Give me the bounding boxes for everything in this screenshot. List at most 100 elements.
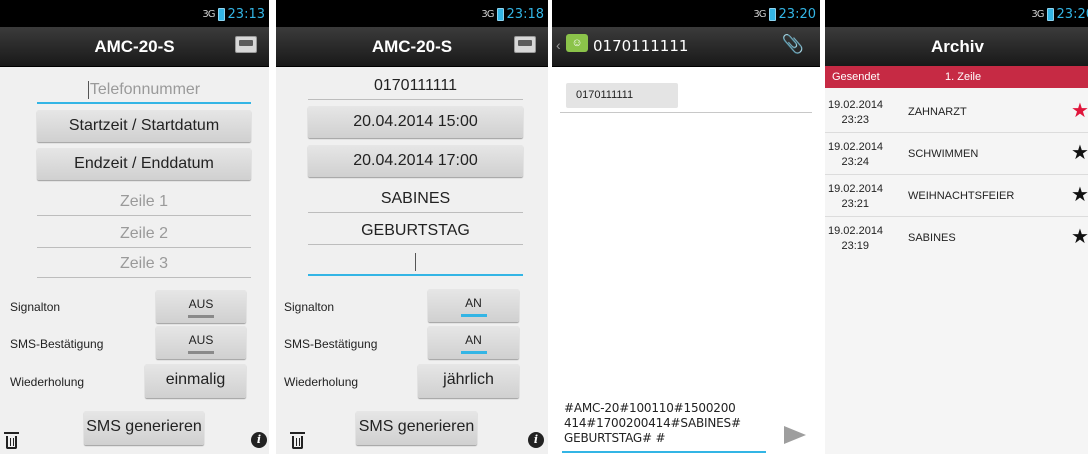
- conversation-contact: 0170111111: [593, 37, 689, 55]
- star-icon[interactable]: ★: [1071, 185, 1088, 205]
- archive-title: Archiv: [931, 37, 984, 56]
- screen-new-entry: 3G 23:13 AMC-20-S Telefonnummer Startzei…: [0, 0, 269, 454]
- toggle-indicator: [460, 351, 487, 354]
- app-title: AMC-20-S: [371, 37, 453, 56]
- screen-filled-entry: 3G 23:18 AMC-20-S 0170111111 20.04.2014 …: [276, 0, 548, 454]
- row-date-time: 23:24: [841, 156, 869, 168]
- sms-confirm-toggle-value: AUS: [188, 333, 214, 347]
- battery-icon: [768, 7, 776, 21]
- phone-number-input[interactable]: 0170111111: [308, 74, 523, 100]
- status-bar: 3G 23:20: [552, 0, 820, 27]
- back-chevron-icon[interactable]: ‹: [556, 37, 561, 53]
- star-icon[interactable]: ★: [1071, 227, 1088, 247]
- signal-icon: 3G: [753, 8, 766, 20]
- archive-inbox-icon[interactable]: [514, 36, 536, 53]
- row-text: ZAHNARZT: [908, 106, 967, 118]
- archive-row[interactable]: 19.02.2014 23:21 WEIHNACHTSFEIER ★: [825, 177, 1088, 217]
- line2-input[interactable]: Zeile 2: [37, 222, 251, 248]
- messaging-app-icon[interactable]: ☺: [566, 34, 588, 52]
- archive-table-header: Gesendet 1. Zeile: [825, 66, 1088, 88]
- message-line-3: GEBURTSTAG# #: [564, 431, 666, 445]
- status-clock: 23:13: [227, 6, 265, 22]
- sms-confirm-toggle-value: AN: [465, 333, 482, 347]
- phone-number-input[interactable]: Telefonnummer: [37, 78, 251, 104]
- end-time-button[interactable]: Endzeit / Enddatum: [37, 148, 251, 180]
- archive-inbox-icon[interactable]: [235, 36, 257, 53]
- line3-input[interactable]: [308, 250, 523, 276]
- row-date-day: 19.02.2014: [828, 141, 884, 153]
- status-bar: 3G 23:13: [0, 0, 269, 27]
- line1-input[interactable]: SABINES: [308, 187, 523, 213]
- line1-input[interactable]: Zeile 1: [37, 190, 251, 216]
- row-date: 19.02.2014 23:19: [828, 224, 883, 254]
- text-caret: [414, 252, 416, 271]
- signal-label: Signalton: [284, 300, 335, 314]
- row-date: 19.02.2014 23:23: [828, 98, 884, 128]
- repeat-selector[interactable]: einmalig: [145, 364, 246, 398]
- info-icon[interactable]: i: [528, 432, 544, 448]
- row-date-time: 23:23: [841, 114, 869, 126]
- battery-icon: [217, 7, 225, 21]
- signal-icon: 3G: [202, 8, 215, 20]
- info-icon[interactable]: i: [251, 432, 267, 448]
- trash-icon[interactable]: [4, 432, 19, 449]
- star-icon[interactable]: ★: [1071, 101, 1088, 121]
- row-date-time: 23:21: [841, 198, 869, 210]
- row-date-day: 19.02.2014: [828, 99, 884, 111]
- row-date-day: 19.02.2014: [828, 183, 884, 195]
- send-icon[interactable]: [784, 426, 806, 444]
- signal-toggle-value: AUS: [188, 297, 214, 311]
- toggle-indicator: [188, 351, 214, 354]
- generate-sms-button[interactable]: SMS generieren: [356, 411, 477, 445]
- repeat-label: Wiederholung: [284, 375, 359, 389]
- trash-icon[interactable]: [290, 432, 305, 449]
- archive-row[interactable]: 19.02.2014 23:23 ZAHNARZT ★: [825, 93, 1088, 133]
- start-time-button[interactable]: 20.04.2014 15:00: [308, 106, 523, 138]
- phone-number-placeholder: Telefonnummer: [89, 81, 201, 98]
- text-caret: [87, 80, 89, 99]
- recipient-chip[interactable]: 0170111111: [566, 83, 678, 108]
- header-sent: Gesendet: [832, 71, 880, 83]
- signal-toggle-value: AN: [465, 296, 482, 310]
- repeat-label: Wiederholung: [10, 375, 85, 389]
- row-text: SCHWIMMEN: [908, 148, 979, 160]
- line3-input[interactable]: Zeile 3: [37, 252, 251, 278]
- line2-input[interactable]: GEBURTSTAG: [308, 219, 523, 245]
- generate-sms-button[interactable]: SMS generieren: [84, 411, 204, 445]
- end-time-button[interactable]: 20.04.2014 17:00: [308, 145, 523, 177]
- signal-toggle[interactable]: AN: [428, 289, 519, 322]
- signal-icon: 3G: [481, 8, 494, 20]
- toggle-indicator: [460, 314, 487, 317]
- battery-icon: [496, 7, 504, 21]
- star-icon[interactable]: ★: [1071, 143, 1088, 163]
- archive-row[interactable]: 19.02.2014 23:24 SCHWIMMEN ★: [825, 135, 1088, 175]
- row-text: SABINES: [908, 232, 956, 244]
- sms-confirm-label: SMS-Bestätigung: [10, 337, 104, 351]
- start-time-button[interactable]: Startzeit / Startdatum: [37, 110, 251, 142]
- attachment-clip-icon[interactable]: 📎: [782, 34, 804, 55]
- message-line-1: #AMC-20#100110#1500200: [564, 401, 736, 415]
- screen-archive: 3G 23:20 Archiv Gesendet 1. Zeile 19.02.…: [825, 0, 1088, 454]
- repeat-selector[interactable]: jährlich: [418, 364, 519, 398]
- app-title: AMC-20-S: [94, 37, 175, 56]
- sms-confirm-toggle[interactable]: AN: [428, 326, 519, 359]
- action-bar: AMC-20-S: [276, 27, 548, 67]
- message-compose-field[interactable]: #AMC-20#100110#1500200 414#1700200414#SA…: [564, 401, 769, 446]
- action-bar: ‹ ☺ 0170111111 📎: [552, 27, 820, 67]
- screen-sms-compose: 3G 23:20 ‹ ☺ 0170111111 📎 0170111111 #AM…: [552, 0, 820, 454]
- status-clock: 23:18: [506, 6, 544, 22]
- row-date: 19.02.2014 23:21: [828, 182, 884, 212]
- row-text: WEIHNACHTSFEIER: [908, 190, 1015, 202]
- sms-confirm-toggle[interactable]: AUS: [156, 326, 246, 359]
- row-date: 19.02.2014 23:24: [828, 140, 884, 170]
- status-clock: 23:20: [1056, 6, 1088, 22]
- archive-row[interactable]: 19.02.2014 23:19 SABINES ★: [825, 219, 1088, 259]
- compose-underline: [562, 451, 766, 453]
- toggle-indicator: [188, 315, 214, 318]
- sms-confirm-label: SMS-Bestätigung: [284, 337, 378, 351]
- signal-toggle[interactable]: AUS: [156, 290, 246, 323]
- header-line1: 1. Zeile: [945, 71, 982, 83]
- status-bar: 3G 23:18: [276, 0, 548, 27]
- action-bar: Archiv: [825, 27, 1088, 67]
- signal-icon: 3G: [1031, 8, 1044, 20]
